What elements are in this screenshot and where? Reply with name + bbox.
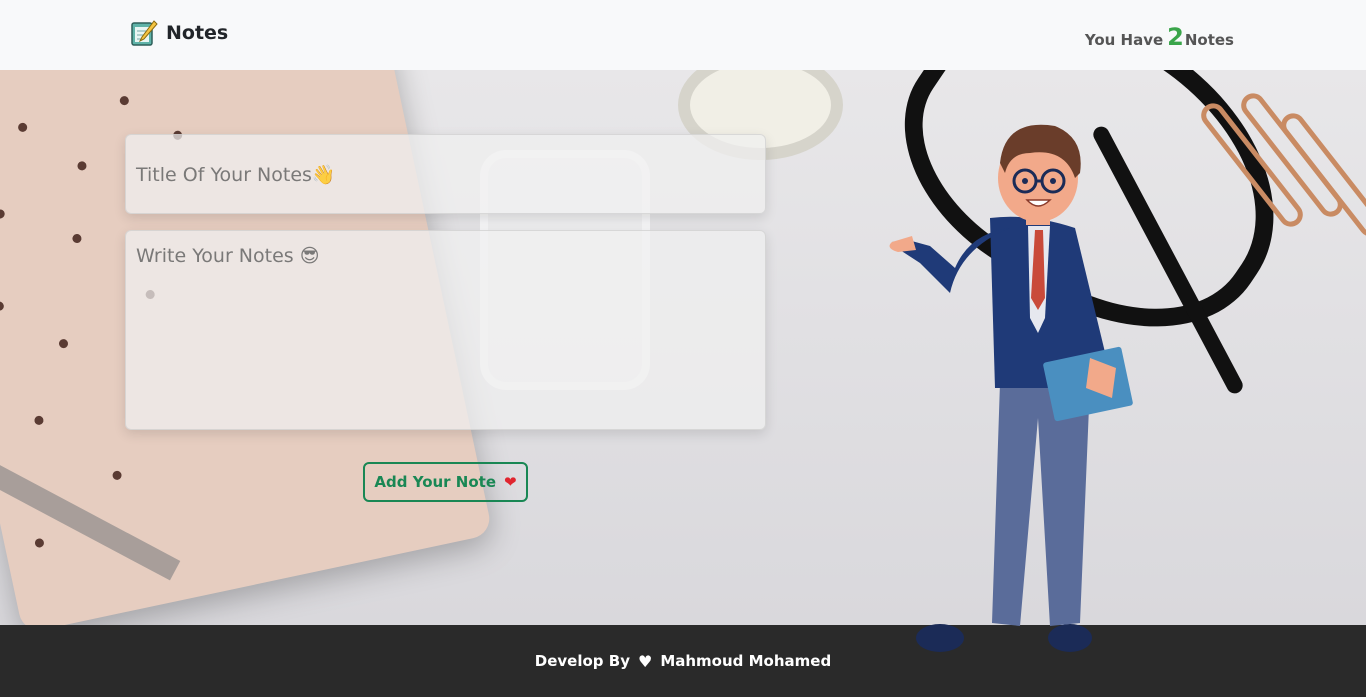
- notes-textarea[interactable]: Write Your Notes 😎: [125, 230, 766, 430]
- notes-placeholder: Write Your Notes 😎: [136, 245, 320, 267]
- notepad-icon: [131, 20, 158, 46]
- footer-author: Mahmoud Mohamed: [660, 652, 832, 670]
- count-suffix: Notes: [1184, 31, 1234, 49]
- footer-prefix: Develop By: [534, 652, 630, 670]
- title-input[interactable]: Title Of Your Notes👋: [125, 134, 766, 214]
- brand-link[interactable]: Notes: [130, 19, 228, 47]
- title-placeholder: Title Of Your Notes👋: [136, 164, 336, 186]
- count-prefix: You Have: [1084, 31, 1164, 49]
- heart-icon: ❤: [504, 473, 517, 491]
- add-note-label: Add Your Note: [374, 473, 497, 491]
- brand-label: Notes: [166, 22, 229, 44]
- count-value: 2: [1167, 23, 1184, 51]
- white-heart-icon: ♥: [637, 651, 653, 671]
- add-note-button[interactable]: Add Your Note ❤: [363, 462, 528, 502]
- footer: Develop By ♥ Mahmoud Mohamed: [0, 625, 1366, 697]
- notes-count: You Have 2 Notes: [1085, 23, 1234, 51]
- businessman-illustration: [889, 124, 1133, 652]
- navbar: Notes You Have 2 Notes: [0, 0, 1366, 70]
